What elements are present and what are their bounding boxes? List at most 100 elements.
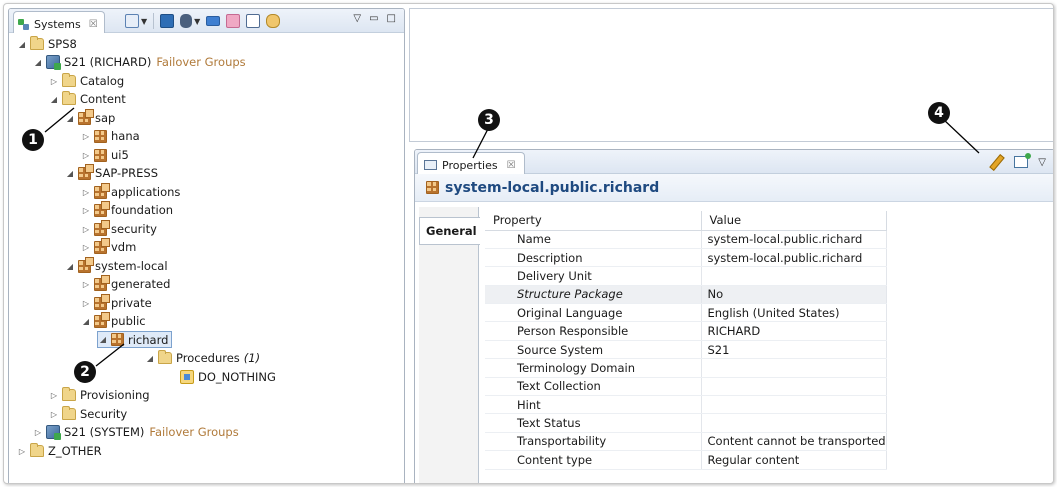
collapsed-twisty-icon[interactable]: ▷ [81, 299, 91, 308]
systems-toolbar-icons: ▼ ▼ [125, 13, 281, 29]
add-system-dropdown-icon[interactable]: ▼ [141, 17, 147, 26]
table-row[interactable]: Name system-local.public.richard [485, 230, 887, 249]
expanded-twisty-icon[interactable]: ◢ [17, 40, 27, 49]
collapsed-twisty-icon[interactable]: ▷ [49, 410, 59, 419]
property-value[interactable] [701, 377, 887, 397]
property-value[interactable]: system-local.public.richard [701, 248, 887, 268]
collapsed-twisty-icon[interactable]: ▷ [81, 132, 91, 141]
tree-node-richard[interactable]: ◢ richard [97, 331, 173, 348]
collapsed-twisty-icon[interactable]: ▷ [81, 280, 91, 289]
edit-pencil-icon[interactable] [988, 154, 1004, 170]
expanded-twisty-icon[interactable]: ◢ [98, 335, 108, 344]
tree-node-system-local[interactable]: ◢ system-local [65, 256, 168, 275]
tree-node-s21-richard[interactable]: ◢ S21 (RICHARD) Failover Groups [33, 53, 246, 71]
table-row[interactable]: Source System S21 [485, 340, 887, 360]
table-row[interactable]: Text Status [485, 413, 887, 433]
collapsed-twisty-icon[interactable]: ▷ [49, 77, 59, 86]
properties-tab[interactable]: Properties ☒ [417, 152, 525, 174]
view-menu-icon[interactable]: ▽ [1038, 157, 1046, 168]
tree-node-label: SAP-PRESS [95, 166, 159, 180]
binoculars-dropdown-icon[interactable]: ▼ [194, 17, 200, 26]
systems-tab[interactable]: Systems ☒ [13, 11, 105, 33]
table-row[interactable]: Person Responsible RICHARD [485, 321, 887, 341]
collapsed-twisty-icon[interactable]: ▷ [49, 391, 59, 400]
collapsed-twisty-icon[interactable]: ▷ [17, 447, 27, 456]
table-row[interactable]: Content type Regular content [485, 450, 887, 470]
export-icon[interactable] [226, 14, 241, 28]
expanded-twisty-icon[interactable]: ◢ [65, 114, 75, 123]
table-row[interactable]: Structure Package No [485, 285, 887, 305]
view-menu-icon[interactable]: ▽ [353, 13, 361, 24]
tree-node-generated[interactable]: ▷ generated [81, 274, 170, 293]
systems-tab-label: Systems [34, 17, 81, 31]
expanded-twisty-icon[interactable]: ◢ [65, 262, 75, 271]
property-value[interactable]: No [701, 285, 887, 305]
expanded-twisty-icon[interactable]: ◢ [49, 95, 59, 104]
tree-node-security[interactable]: ▷ security [81, 219, 157, 238]
column-header-property[interactable]: Property [485, 211, 702, 231]
property-value[interactable]: Regular content [701, 450, 887, 470]
sql-icon[interactable] [206, 16, 221, 26]
tree-node-vdm[interactable]: ▷ vdm [81, 237, 136, 256]
binoculars-icon[interactable] [180, 14, 193, 28]
tree-node-sps8[interactable]: ◢ SPS8 [17, 35, 77, 53]
tree-node-foundation[interactable]: ▷ foundation [81, 200, 173, 219]
systems-window-controls: ▽ ▭ □ [353, 13, 396, 24]
table-row[interactable]: Description system-local.public.richard [485, 248, 887, 268]
property-key: Person Responsible [485, 321, 702, 341]
table-row[interactable]: Hint [485, 395, 887, 415]
collapsed-twisty-icon[interactable]: ▷ [81, 206, 91, 215]
tree-node-public[interactable]: ◢ public [81, 311, 146, 330]
collapsed-twisty-icon[interactable]: ▷ [81, 243, 91, 252]
tree-node-s21-system[interactable]: ▷ S21 (SYSTEM) Failover Groups [33, 423, 239, 441]
table-row[interactable]: Text Collection [485, 377, 887, 397]
column-header-value[interactable]: Value [701, 211, 887, 231]
minimize-icon[interactable]: ▭ [369, 13, 378, 24]
property-value[interactable] [701, 358, 887, 378]
tree-node-security-folder[interactable]: ▷ Security [49, 405, 127, 423]
property-value[interactable] [701, 413, 887, 433]
table-row[interactable]: Transportability Content cannot be transp… [485, 432, 887, 452]
property-value[interactable]: system-local.public.richard [701, 230, 887, 249]
open-in-new-window-icon[interactable] [1014, 153, 1032, 168]
expanded-twisty-icon[interactable]: ◢ [145, 354, 155, 363]
tree-node-catalog[interactable]: ▷ Catalog [49, 72, 124, 90]
properties-tab-close-icon[interactable]: ☒ [507, 160, 516, 171]
table-row[interactable]: Terminology Domain [485, 358, 887, 378]
collapsed-twisty-icon[interactable]: ▷ [81, 225, 91, 234]
property-value[interactable]: RICHARD [701, 321, 887, 341]
tree-node-ui5[interactable]: ▷ ui5 [81, 146, 129, 164]
expanded-twisty-icon[interactable]: ◢ [65, 169, 75, 178]
collapsed-twisty-icon[interactable]: ▷ [81, 188, 91, 197]
expanded-twisty-icon[interactable]: ◢ [81, 317, 91, 326]
tab-general[interactable]: General [419, 217, 480, 245]
sql-console-icon[interactable] [160, 14, 175, 28]
tree-node-sap[interactable]: ◢ sap [65, 108, 115, 127]
property-value[interactable]: Content cannot be transported [701, 432, 887, 452]
tree-node-content[interactable]: ◢ Content [49, 90, 126, 108]
property-value[interactable]: English (United States) [701, 303, 887, 323]
table-row[interactable]: Delivery Unit [485, 266, 887, 286]
property-value[interactable] [701, 266, 887, 286]
tree-node-provisioning[interactable]: ▷ Provisioning [49, 386, 150, 404]
property-value[interactable]: S21 [701, 340, 887, 360]
collapsed-twisty-icon[interactable]: ▷ [33, 428, 43, 437]
table-row[interactable]: Original Language English (United States) [485, 303, 887, 323]
property-key: Text Collection [485, 377, 702, 397]
maximize-icon[interactable]: □ [387, 13, 396, 24]
tree-node-private[interactable]: ▷ private [81, 293, 152, 312]
tree-node-hana[interactable]: ▷ hana [81, 127, 140, 145]
add-system-icon[interactable] [125, 14, 139, 28]
tree-node-sap-press[interactable]: ◢ SAP-PRESS [65, 163, 159, 182]
collapse-all-icon[interactable] [246, 14, 261, 28]
tree-node-procedures[interactable]: ◢ Procedures (1) [145, 349, 260, 367]
tree-node-do-nothing[interactable]: DO_NOTHING [177, 368, 276, 386]
tree-node-z-other[interactable]: ▷ Z_OTHER [17, 442, 102, 460]
link-with-editor-icon[interactable] [266, 14, 281, 28]
tree-node-applications[interactable]: ▷ applications [81, 182, 180, 201]
expanded-twisty-icon[interactable]: ◢ [33, 58, 43, 67]
callout-2: 2 [74, 361, 96, 383]
property-value[interactable] [701, 395, 887, 415]
systems-tab-close-icon[interactable]: ☒ [89, 19, 98, 30]
collapsed-twisty-icon[interactable]: ▷ [81, 151, 91, 160]
